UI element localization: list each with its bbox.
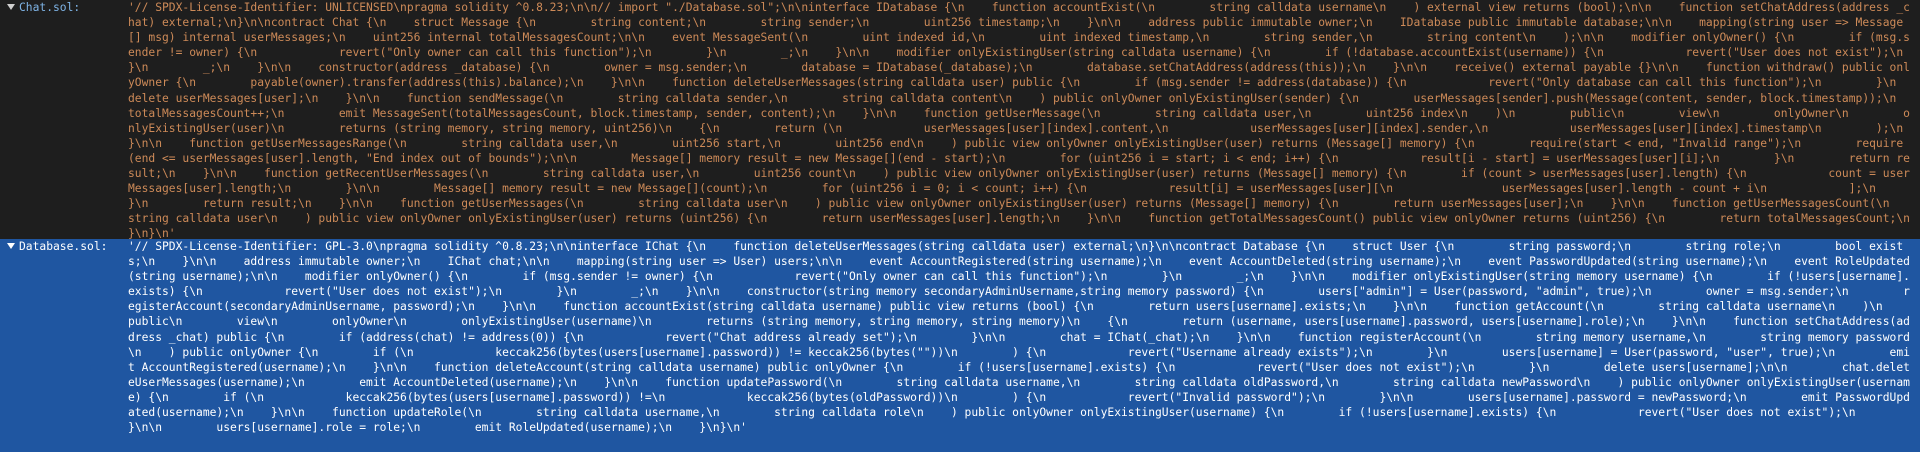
file-entry-database[interactable]: Database.sol: '// SPDX-License-Identifie… [0,239,1920,452]
file-key: Database.sol: [19,240,108,253]
file-key: Chat.sol: [19,1,81,14]
expand-arrow-icon[interactable] [7,243,15,249]
file-source-value: '// SPDX-License-Identifier: GPL-3.0\npr… [128,240,1910,435]
source-files-panel: Chat.sol: '// SPDX-License-Identifier: U… [0,0,1920,452]
file-entry-chat[interactable]: Chat.sol: '// SPDX-License-Identifier: U… [0,0,1920,239]
expand-arrow-icon[interactable] [7,4,15,10]
file-source-value: '// SPDX-License-Identifier: UNLICENSED\… [128,1,1910,239]
